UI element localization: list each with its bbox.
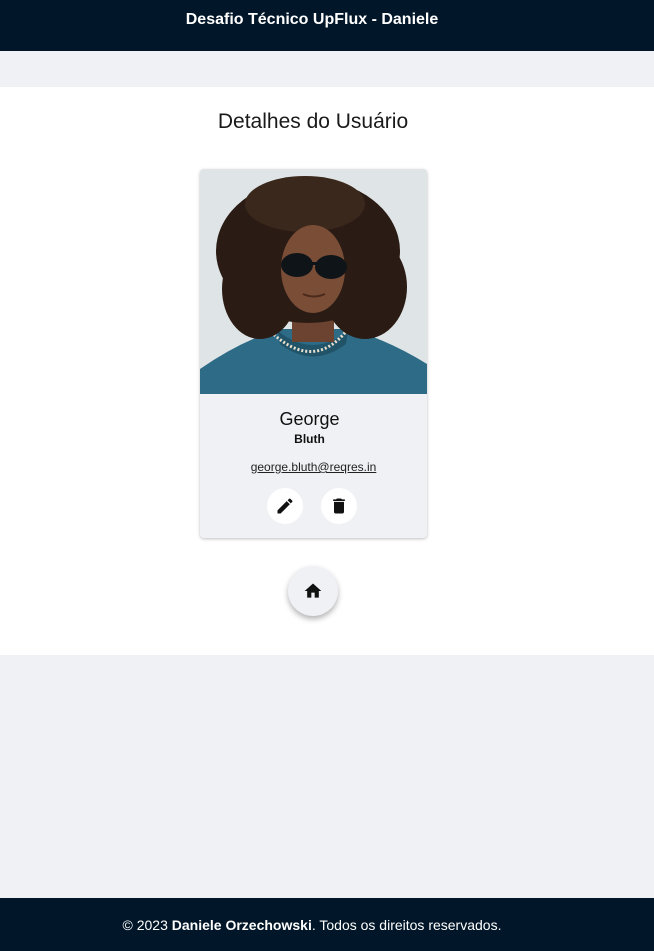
copyright-prefix: © 2023: [122, 916, 168, 933]
edit-user-button[interactable]: [267, 488, 303, 524]
copyright-text: © 2023 Daniele Orzechowski. Todos os dir…: [123, 917, 502, 933]
pencil-icon: [277, 498, 293, 514]
app-title: Desafio Técnico UpFlux - Daniele: [185, 11, 439, 28]
home-icon: [304, 583, 322, 598]
user-last-name: Bluth: [294, 432, 325, 446]
user-avatar-photo: [200, 169, 427, 394]
user-email-link[interactable]: george.bluth@reqres.in: [200, 460, 427, 474]
copyright-suffix: . Todos os direitos reservados.: [311, 916, 502, 933]
user-card: George Bluth george.bluth@reqres.in: [200, 169, 427, 538]
home-button[interactable]: [288, 566, 338, 616]
copyright-author: Daniele Orzechowski: [171, 916, 312, 933]
app-header: Desafio Técnico UpFlux - Daniele: [0, 0, 654, 51]
page-title: Detalhes do Usuário: [217, 110, 409, 133]
app-footer: © 2023 Daniele Orzechowski. Todos os dir…: [0, 898, 654, 951]
delete-user-button[interactable]: [321, 488, 357, 524]
trash-icon: [333, 498, 345, 514]
user-first-name: George: [279, 409, 340, 429]
